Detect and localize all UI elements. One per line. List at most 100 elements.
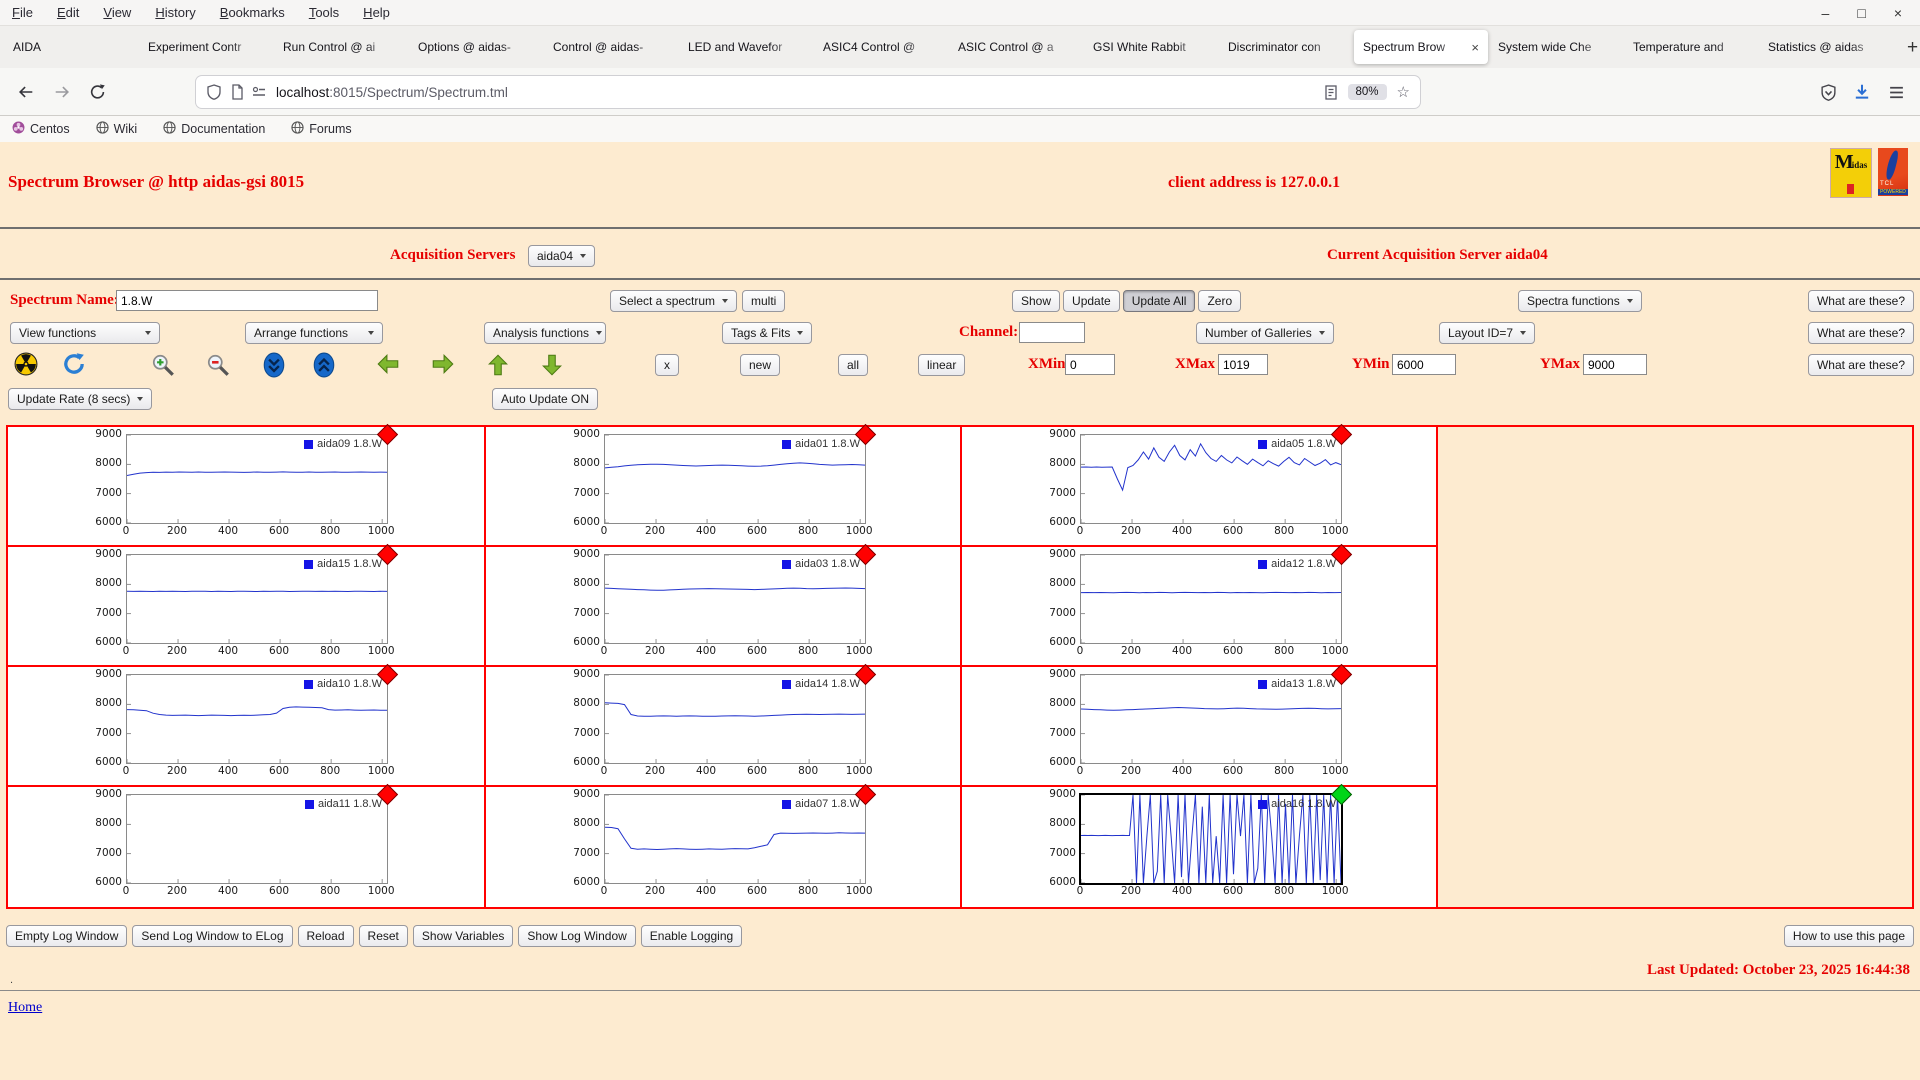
tags-fits-dropdown[interactable]: Tags & Fits	[722, 322, 813, 344]
layout-id-dropdown[interactable]: Layout ID=7	[1439, 322, 1536, 344]
menu-history[interactable]: History	[155, 5, 195, 20]
account-shield-button[interactable]	[1812, 76, 1844, 108]
tab-run-control-ai[interactable]: Run Control @ ai	[274, 30, 408, 64]
menu-edit[interactable]: Edit	[57, 5, 79, 20]
channel-input[interactable]	[1019, 322, 1085, 343]
spectrum-plot[interactable]: aida05 1.8.W	[1080, 423, 1353, 524]
menu-tools[interactable]: Tools	[309, 5, 339, 20]
how-to-use-button[interactable]: How to use this page	[1783, 925, 1914, 947]
spectrum-plot[interactable]: aida14 1.8.W	[604, 663, 877, 764]
tab-close-icon[interactable]: ×	[1471, 40, 1479, 55]
number-of-galleries-dropdown[interactable]: Number of Galleries	[1196, 322, 1334, 344]
spectrum-plot[interactable]: aida15 1.8.W	[126, 543, 399, 644]
footer-button-show-variables[interactable]: Show Variables	[412, 925, 514, 947]
spectra-functions-dropdown[interactable]: Spectra functions	[1518, 290, 1642, 312]
menu-bookmarks[interactable]: Bookmarks	[220, 5, 285, 20]
spectrum-plot[interactable]: aida13 1.8.W	[1080, 663, 1353, 764]
downloads-button[interactable]	[1846, 76, 1878, 108]
zero-button[interactable]: Zero	[1198, 290, 1242, 312]
reader-mode-icon[interactable]	[1324, 84, 1338, 100]
new-tab-button[interactable]: +	[1901, 37, 1920, 58]
tab-statistics-aidas[interactable]: Statistics @ aidas	[1759, 30, 1893, 64]
tab-asic4-control-[interactable]: ASIC4 Control @	[814, 30, 948, 64]
xmax-input[interactable]	[1218, 354, 1268, 375]
tab-asic-control-a[interactable]: ASIC Control @ a	[949, 30, 1083, 64]
footer-button-reset[interactable]: Reset	[358, 925, 408, 947]
tab-aida[interactable]: AIDA	[4, 30, 138, 64]
footer-button-enable-logging[interactable]: Enable Logging	[640, 925, 743, 947]
forward-button[interactable]	[46, 76, 78, 108]
select-spectrum-dropdown[interactable]: Select a spectrum	[610, 290, 738, 312]
tab-discriminator-con[interactable]: Discriminator con	[1219, 30, 1353, 64]
bookmark-documentation[interactable]: Documentation	[163, 121, 265, 137]
ymin-input[interactable]	[1392, 354, 1456, 375]
back-button[interactable]	[10, 76, 42, 108]
menu-hamburger-button[interactable]	[1880, 76, 1912, 108]
tab-spectrum-brow[interactable]: Spectrum Brow ×	[1354, 30, 1488, 64]
ymax-input[interactable]	[1583, 354, 1647, 375]
arrow-down-icon[interactable]	[540, 352, 564, 378]
bookmark-star-icon[interactable]: ☆	[1397, 83, 1410, 101]
footer-button-send-log-window-to-elog[interactable]: Send Log Window to ELog	[132, 925, 293, 947]
spectrum-plot[interactable]: aida12 1.8.W	[1080, 543, 1353, 644]
maximize-button[interactable]: □	[1857, 6, 1865, 20]
reload-button[interactable]	[82, 76, 114, 108]
view-functions-dropdown[interactable]: View functions	[10, 322, 160, 344]
tab-led-and-wavefor[interactable]: LED and Wavefor	[679, 30, 813, 64]
menu-help[interactable]: Help	[363, 5, 390, 20]
spectrum-plot[interactable]: aida07 1.8.W	[604, 783, 877, 884]
analysis-functions-dropdown[interactable]: Analysis functions	[484, 322, 606, 344]
bookmark-centos[interactable]: Centos	[12, 121, 70, 137]
arrow-right-icon[interactable]	[430, 352, 456, 376]
minimize-button[interactable]: –	[1822, 6, 1830, 20]
arrange-functions-dropdown[interactable]: Arrange functions	[245, 322, 383, 344]
arrow-left-icon[interactable]	[375, 352, 401, 376]
tab-gsi-white-rabbit[interactable]: GSI White Rabbit	[1084, 30, 1218, 64]
home-link[interactable]: Home	[8, 1000, 42, 1016]
bookmark-forums[interactable]: Forums	[291, 121, 352, 137]
update-all-button[interactable]: Update All	[1122, 290, 1196, 312]
tab-control-aidas-[interactable]: Control @ aidas-	[544, 30, 678, 64]
spectrum-plot[interactable]: aida03 1.8.W	[604, 543, 877, 644]
x-button[interactable]: x	[655, 354, 679, 376]
menu-file[interactable]: File	[12, 5, 33, 20]
all-button[interactable]: all	[838, 354, 869, 376]
scroll-up-icon[interactable]	[312, 352, 336, 378]
xmin-input[interactable]	[1065, 354, 1115, 375]
tab-system-wide-che[interactable]: System wide Che	[1489, 30, 1623, 64]
footer-button-empty-log-window[interactable]: Empty Log Window	[6, 925, 128, 947]
multi-button[interactable]: multi	[742, 290, 786, 312]
spectrum-name-input[interactable]	[116, 290, 378, 311]
what-are-these-button-1[interactable]: What are these?	[1807, 290, 1914, 312]
what-are-these-button-2[interactable]: What are these?	[1807, 322, 1914, 344]
tab-temperature-and[interactable]: Temperature and	[1624, 30, 1758, 64]
update-rate-dropdown[interactable]: Update Rate (8 secs)	[8, 388, 153, 410]
update-button[interactable]: Update	[1063, 290, 1120, 312]
url-bar[interactable]: localhost:8015/Spectrum/Spectrum.tml 80%…	[196, 76, 1420, 108]
scroll-down-icon[interactable]	[262, 352, 286, 378]
acquisition-server-select[interactable]: aida04	[528, 245, 596, 267]
auto-update-button[interactable]: Auto Update ON	[492, 388, 599, 410]
what-are-these-button-3[interactable]: What are these?	[1807, 354, 1914, 376]
zoom-in-icon[interactable]	[150, 352, 176, 378]
zoom-level-badge[interactable]: 80%	[1347, 84, 1387, 100]
spectrum-plot[interactable]: aida01 1.8.W	[604, 423, 877, 524]
menu-view[interactable]: View	[103, 5, 131, 20]
show-button[interactable]: Show	[1012, 290, 1061, 312]
tab-experiment-contr[interactable]: Experiment Contr	[139, 30, 273, 64]
tab-options-aidas-[interactable]: Options @ aidas-	[409, 30, 543, 64]
spectrum-plot[interactable]: aida16 1.8.W	[1079, 783, 1353, 885]
spectrum-plot[interactable]: aida11 1.8.W	[126, 783, 399, 884]
arrow-up-icon[interactable]	[486, 352, 510, 378]
zoom-out-icon[interactable]	[205, 352, 231, 378]
footer-button-reload[interactable]: Reload	[297, 925, 354, 947]
spectrum-plot[interactable]: aida10 1.8.W	[126, 663, 399, 764]
new-button[interactable]: new	[740, 354, 781, 376]
radiation-icon[interactable]	[14, 352, 38, 376]
bookmark-wiki[interactable]: Wiki	[95, 121, 137, 137]
refresh-icon[interactable]	[62, 352, 86, 376]
linear-button[interactable]: linear	[918, 354, 966, 376]
footer-button-show-log-window[interactable]: Show Log Window	[518, 925, 636, 947]
spectrum-plot[interactable]: aida09 1.8.W	[126, 423, 399, 524]
close-button[interactable]: ×	[1894, 6, 1902, 20]
